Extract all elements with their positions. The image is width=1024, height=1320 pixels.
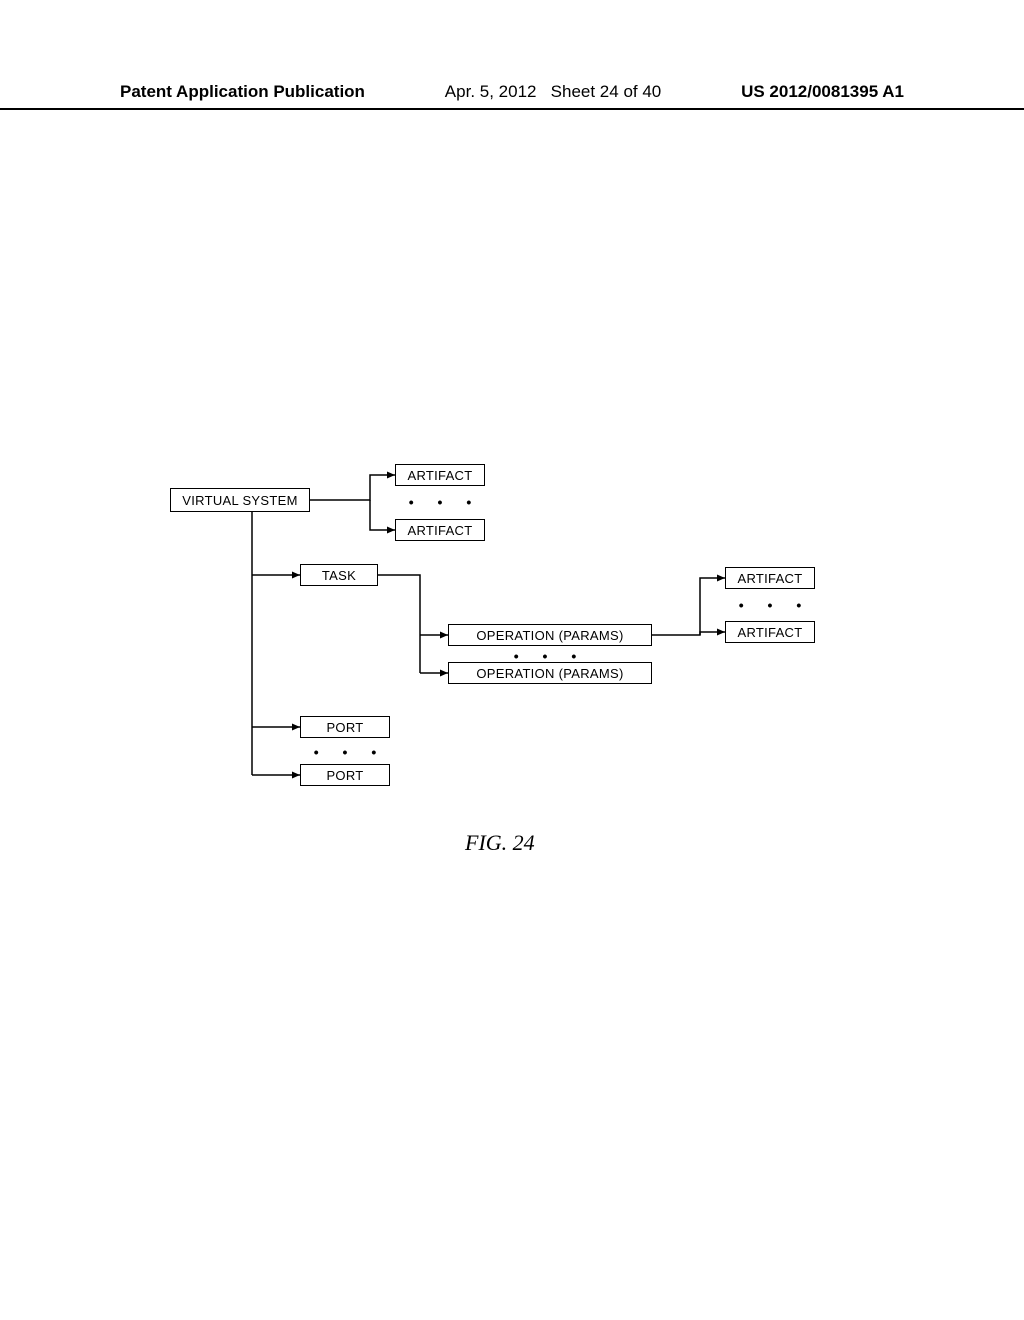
operation-2-box: OPERATION (PARAMS): [448, 662, 652, 684]
artifact-top-2-box: ARTIFACT: [395, 519, 485, 541]
artifact-top-1-box: ARTIFACT: [395, 464, 485, 486]
task-box: TASK: [300, 564, 378, 586]
ellipsis-artifacts-right: • • •: [730, 597, 820, 613]
port-2-box: PORT: [300, 764, 390, 786]
operation-1-box: OPERATION (PARAMS): [448, 624, 652, 646]
ellipsis-artifacts-top: • • •: [400, 494, 490, 510]
ellipsis-ports: • • •: [305, 744, 395, 760]
figure-label: FIG. 24: [465, 830, 535, 856]
port-1-box: PORT: [300, 716, 390, 738]
virtual-system-box: VIRTUAL SYSTEM: [170, 488, 310, 512]
artifact-right-2-box: ARTIFACT: [725, 621, 815, 643]
diagram-container: VIRTUAL SYSTEM ARTIFACT • • • ARTIFACT T…: [0, 0, 1024, 1320]
artifact-right-1-box: ARTIFACT: [725, 567, 815, 589]
